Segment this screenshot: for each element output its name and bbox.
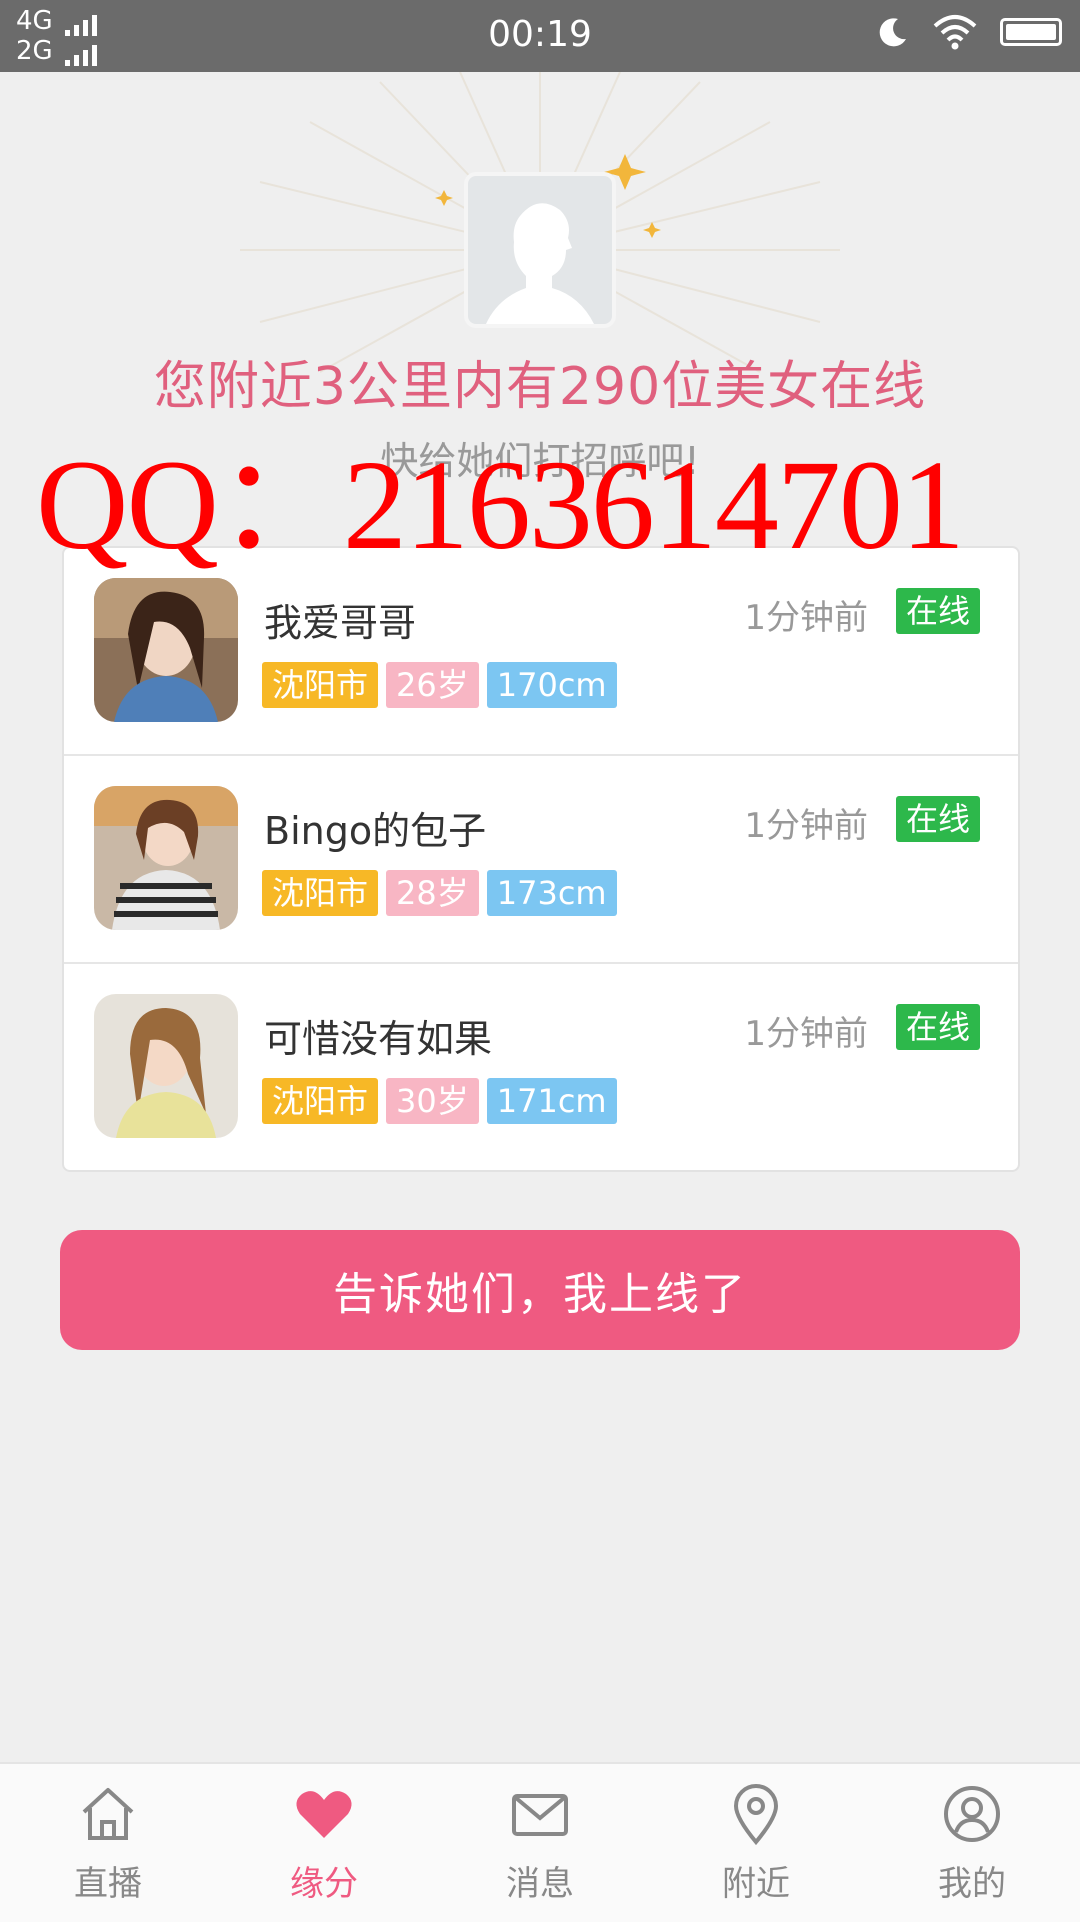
age-tag: 28岁	[386, 870, 479, 916]
online-badge: 在线	[895, 796, 980, 842]
bottom-tab-bar: 直播 缘分 消息 附近 我的	[0, 1762, 1080, 1922]
tab-label: 消息	[506, 1864, 574, 1904]
age-tag: 26岁	[386, 662, 479, 708]
tab-nearby[interactable]: 附近	[648, 1764, 864, 1922]
user-silhouette-icon	[486, 203, 594, 324]
heart-icon	[296, 1791, 352, 1838]
status-bar: 4G 2G 00:19	[0, 0, 1080, 72]
user-list-item[interactable]: 可惜没有如果 1分钟前 在线 沈阳市 30岁 171cm	[64, 964, 1018, 1170]
last-active-time: 1分钟前	[744, 1014, 868, 1054]
default-avatar	[468, 176, 612, 324]
age-tag: 30岁	[386, 1078, 479, 1124]
user-name: 可惜没有如果	[264, 1017, 493, 1061]
tab-label: 附近	[722, 1864, 790, 1904]
city-tag: 沈阳市	[262, 662, 379, 708]
user-list-item[interactable]: Bingo的包子 1分钟前 在线 沈阳市 28岁 173cm	[64, 756, 1018, 964]
user-name: Bingo的包子	[264, 809, 487, 853]
tab-live[interactable]: 直播	[0, 1764, 216, 1922]
tab-me[interactable]: 我的	[864, 1764, 1080, 1922]
moon-icon	[879, 18, 906, 47]
city-tag: 沈阳市	[262, 1078, 379, 1124]
wifi-icon	[933, 15, 977, 50]
tab-label: 我的	[938, 1864, 1006, 1904]
tab-fate[interactable]: 缘分	[216, 1764, 432, 1922]
qq-watermark: QQ：2163614701	[36, 434, 965, 576]
mail-icon	[512, 1794, 568, 1836]
user-list-item[interactable]: 我爱哥哥 1分钟前 在线 沈阳市 26岁 170cm	[64, 548, 1018, 756]
last-active-time: 1分钟前	[744, 806, 868, 846]
tab-label: 缘分	[290, 1864, 358, 1904]
user-icon	[944, 1786, 1000, 1842]
user-tags: 沈阳市 30岁 171cm	[262, 1078, 617, 1124]
location-pin-icon	[733, 1784, 779, 1846]
height-tag: 171cm	[486, 1078, 617, 1124]
battery-icon	[1000, 18, 1062, 46]
online-badge: 在线	[895, 1004, 980, 1050]
user-photo[interactable]	[94, 786, 238, 930]
system-icons	[876, 14, 1062, 50]
hero-banner: 您附近3公里内有290位美女在线 快给她们打招呼吧!	[0, 72, 1080, 492]
last-active-time: 1分钟前	[744, 598, 868, 638]
user-name: 我爱哥哥	[264, 601, 417, 645]
user-photo[interactable]	[94, 994, 238, 1138]
tab-label: 直播	[74, 1864, 142, 1904]
home-icon	[82, 1788, 134, 1840]
city-tag: 沈阳市	[262, 870, 379, 916]
user-tags: 沈阳市 28岁 173cm	[262, 870, 617, 916]
height-tag: 173cm	[486, 870, 617, 916]
user-tags: 沈阳市 26岁 170cm	[262, 662, 617, 708]
height-tag: 170cm	[486, 662, 617, 708]
user-photo[interactable]	[94, 578, 238, 722]
user-list: 我爱哥哥 1分钟前 在线 沈阳市 26岁 170cm Bingo的包子 1分钟前…	[62, 546, 1020, 1172]
tab-messages[interactable]: 消息	[432, 1764, 648, 1922]
nearby-count-headline: 您附近3公里内有290位美女在线	[153, 357, 927, 417]
announce-online-button[interactable]: 告诉她们，我上线了	[60, 1230, 1020, 1350]
online-badge: 在线	[895, 588, 980, 634]
